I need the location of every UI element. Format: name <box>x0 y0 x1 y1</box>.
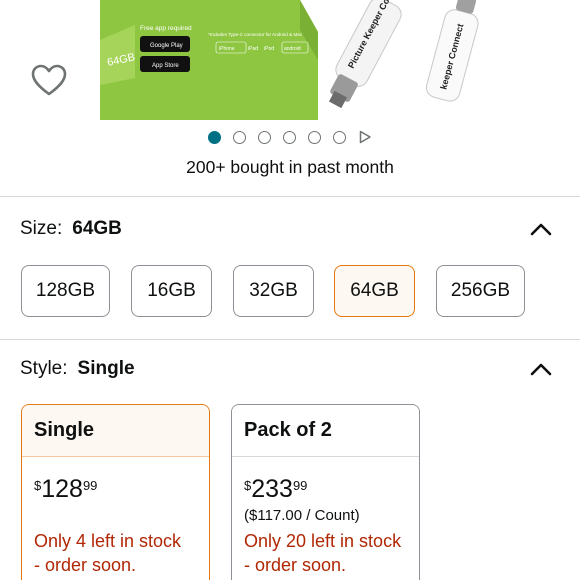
stock-warning-line2: - order soon. <box>34 555 137 575</box>
carousel-indicators <box>0 128 580 146</box>
style-selected-value: Single <box>77 358 135 379</box>
size-option-64gb[interactable]: 64GB <box>334 265 415 317</box>
style-option-name: Pack of 2 <box>232 405 419 457</box>
chevron-up-icon[interactable] <box>530 222 552 236</box>
style-option-name: Single <box>22 405 209 457</box>
stock-warning-line1: Only 20 left in stock <box>244 531 402 551</box>
size-label: Size: <box>20 218 63 239</box>
carousel-dot[interactable] <box>258 130 271 144</box>
size-option-256gb[interactable]: 256GB <box>436 265 525 317</box>
price-fraction: 99 <box>82 478 98 493</box>
box-free-app-text: Free app required <box>140 25 192 32</box>
price-currency: $ <box>34 478 42 493</box>
compat-android: android <box>284 46 301 52</box>
size-option-128gb[interactable]: 128GB <box>21 265 110 317</box>
style-label: Style: <box>20 358 68 379</box>
compat-ipad: iPad <box>248 46 258 52</box>
size-option-16gb[interactable]: 16GB <box>131 265 212 317</box>
price-whole: 233 <box>251 475 293 503</box>
unit-price: ($117.00 / Count) <box>244 507 360 524</box>
wishlist-heart-icon[interactable] <box>30 62 68 100</box>
product-box: 64GB Free app required Google Play App S… <box>100 0 318 120</box>
style-option-pack-of-2[interactable]: Pack of 2 $ 233 99 ($117.00 / Count) Onl… <box>231 404 420 580</box>
usb-drive-1: Picture Keeper Connect <box>328 0 403 109</box>
price-currency: $ <box>244 478 252 493</box>
stock-warning-line2: - order soon. <box>244 555 347 575</box>
section-divider <box>0 196 580 197</box>
google-play-badge: Google Play <box>150 43 183 49</box>
price: $ 128 99 <box>34 475 97 503</box>
style-section-header[interactable]: Style: Single <box>20 358 560 380</box>
product-image[interactable]: 64GB Free app required Google Play App S… <box>0 0 580 120</box>
size-section-header[interactable]: Size: 64GB <box>20 218 560 240</box>
chevron-up-icon[interactable] <box>530 362 552 376</box>
compat-iphone: iPhone <box>219 46 235 52</box>
stock-warning-line1: Only 4 left in stock <box>34 531 182 551</box>
box-includes-text: *Includes Type-C connector for Android &… <box>208 32 303 37</box>
usb-drive-2: keeper Connect <box>425 0 479 102</box>
carousel-dot[interactable] <box>283 130 296 144</box>
price-fraction: 99 <box>292 478 308 493</box>
product-image-area: 64GB Free app required Google Play App S… <box>0 0 580 196</box>
price: $ 233 99 <box>244 475 307 503</box>
compat-ipod: iPod <box>264 46 274 52</box>
video-play-icon[interactable] <box>358 130 372 144</box>
carousel-dot[interactable] <box>208 130 221 144</box>
style-option-single[interactable]: Single $ 128 99 Only 4 left in stock - o… <box>21 404 210 580</box>
size-option-32gb[interactable]: 32GB <box>233 265 314 317</box>
bought-in-past-month: 200+ bought in past month <box>186 157 394 177</box>
carousel-dot[interactable] <box>333 130 346 144</box>
size-selected-value: 64GB <box>72 218 122 239</box>
carousel-dot[interactable] <box>308 130 321 144</box>
app-store-badge: App Store <box>152 63 179 69</box>
price-whole: 128 <box>41 475 83 503</box>
section-divider <box>0 339 580 340</box>
carousel-dot[interactable] <box>233 130 246 144</box>
